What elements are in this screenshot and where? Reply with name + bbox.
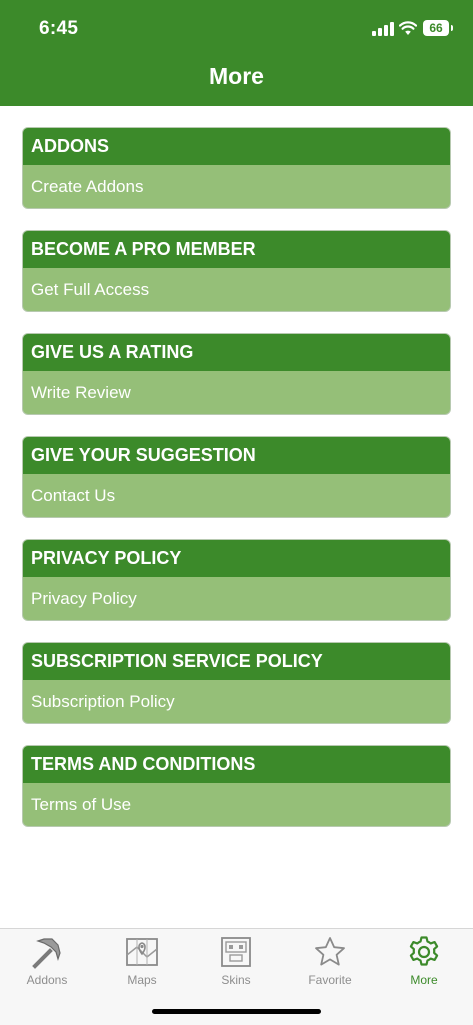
- card-title: GIVE YOUR SUGGESTION: [23, 437, 450, 474]
- card-subscription-policy[interactable]: SUBSCRIPTION SERVICE POLICY Subscription…: [23, 643, 450, 723]
- card-title: SUBSCRIPTION SERVICE POLICY: [23, 643, 450, 680]
- card-action[interactable]: Terms of Use: [23, 783, 450, 826]
- tab-favorite[interactable]: Favorite: [290, 935, 370, 995]
- tab-addons[interactable]: Addons: [7, 935, 87, 995]
- tab-maps[interactable]: Maps: [102, 935, 182, 995]
- tab-skins[interactable]: Skins: [196, 935, 276, 995]
- status-bar: 6:45 66: [0, 0, 473, 56]
- gear-icon: [409, 936, 439, 966]
- card-rating[interactable]: GIVE US A RATING Write Review: [23, 334, 450, 414]
- card-action[interactable]: Contact Us: [23, 474, 450, 517]
- tab-label: More: [410, 973, 438, 987]
- header: 6:45 66 More: [0, 0, 473, 106]
- tab-label: Addons: [26, 973, 68, 987]
- card-title: ADDONS: [23, 128, 450, 165]
- tab-label: Skins: [221, 973, 251, 987]
- tab-more[interactable]: More: [384, 935, 464, 995]
- status-time: 6:45: [39, 18, 79, 39]
- map-icon: [126, 938, 158, 966]
- card-title: TERMS AND CONDITIONS: [23, 746, 450, 783]
- card-action[interactable]: Subscription Policy: [23, 680, 450, 723]
- star-icon: [315, 937, 345, 966]
- tab-label: Maps: [127, 973, 157, 987]
- battery-icon: 66: [423, 20, 453, 36]
- card-suggestion[interactable]: GIVE YOUR SUGGESTION Contact Us: [23, 437, 450, 517]
- cellular-signal-icon: [372, 22, 394, 36]
- skin-icon: [221, 937, 251, 967]
- more-list: ADDONS Create Addons BECOME A PRO MEMBER…: [23, 128, 450, 849]
- card-terms[interactable]: TERMS AND CONDITIONS Terms of Use: [23, 746, 450, 826]
- card-action[interactable]: Create Addons: [23, 165, 450, 208]
- pickaxe-icon: [32, 938, 61, 969]
- home-indicator: [152, 1009, 321, 1014]
- card-action[interactable]: Get Full Access: [23, 268, 450, 311]
- wifi-icon: [399, 21, 417, 35]
- card-title: BECOME A PRO MEMBER: [23, 231, 450, 268]
- card-action[interactable]: Privacy Policy: [23, 577, 450, 620]
- card-title: PRIVACY POLICY: [23, 540, 450, 577]
- card-privacy-policy[interactable]: PRIVACY POLICY Privacy Policy: [23, 540, 450, 620]
- card-title: GIVE US A RATING: [23, 334, 450, 371]
- card-pro-member[interactable]: BECOME A PRO MEMBER Get Full Access: [23, 231, 450, 311]
- card-addons[interactable]: ADDONS Create Addons: [23, 128, 450, 208]
- page-title: More: [209, 63, 264, 89]
- card-action[interactable]: Write Review: [23, 371, 450, 414]
- tab-label: Favorite: [308, 973, 352, 987]
